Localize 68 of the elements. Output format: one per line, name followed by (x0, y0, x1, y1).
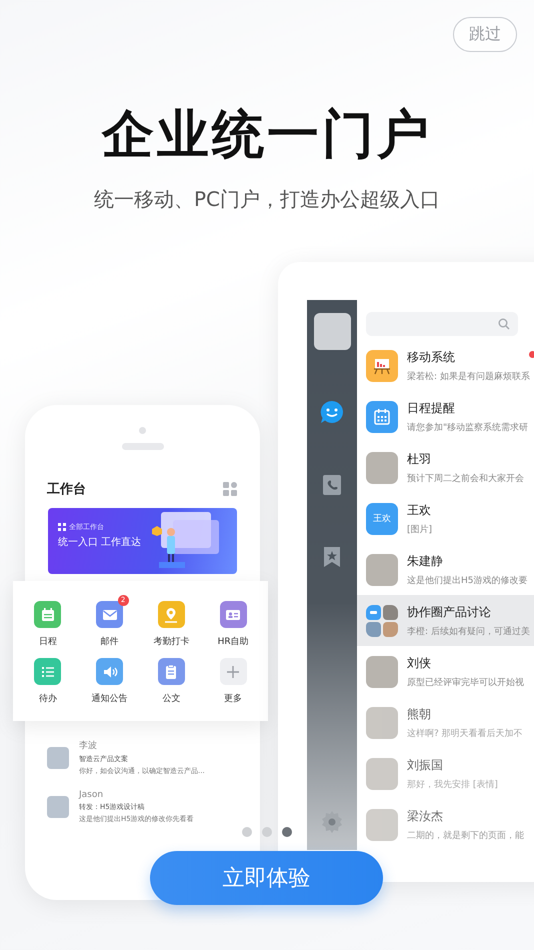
initials-avatar: 王欢 (366, 502, 398, 534)
chat-row[interactable]: 王欢 王欢 [图片] (357, 493, 534, 544)
presentation-board-icon (366, 350, 398, 382)
banner-headline: 统一入口 工作直达 (58, 536, 142, 549)
grid-icon (58, 523, 66, 531)
chat-name: 日程提醒 (407, 400, 456, 416)
app-shortcut[interactable]: 更多 (202, 652, 264, 705)
chat-name: 刘侠 (407, 654, 432, 672)
app-shortcut[interactable]: 通知公告 (78, 652, 140, 705)
phone-book-icon (320, 473, 344, 497)
avatar (47, 746, 69, 768)
chat-row[interactable]: 刘侠 原型已经评审完毕可以开始视 (357, 646, 534, 697)
message-preview: 这样啊? 那明天看看后天加不 (407, 728, 523, 740)
camera-dot (139, 427, 146, 434)
cube-icon (152, 526, 162, 536)
message-preview: 预计下周二之前会和大家开会 (407, 472, 524, 484)
search-icon (498, 318, 510, 330)
sidebar-tab[interactable] (320, 400, 344, 424)
chat-row[interactable]: 刘振国 那好，我先安排 [表情] (357, 748, 534, 799)
page-dot[interactable] (262, 827, 272, 837)
message-preview: 这是他们提出H5游戏的修改要 (407, 574, 528, 586)
chat-row[interactable]: 移动系统 梁若松: 如果是有问题麻烦联系 (357, 340, 534, 391)
grid-icon (223, 482, 237, 496)
avatar (366, 808, 398, 840)
calendar-icon (366, 400, 398, 432)
chat-row[interactable]: 朱建静 这是他们提出H5游戏的修改要 (357, 544, 534, 595)
message-preview: [图片] (407, 524, 432, 536)
message-preview: 请您参加"移动监察系统需求研 (407, 422, 528, 434)
subtitle: 统一移动、PC门户，打造办公超级入口 (92, 186, 442, 213)
chat-name: 刘振国 (407, 756, 444, 774)
avatar (366, 554, 398, 586)
chat-name: 熊朝 (407, 706, 432, 722)
chat-row[interactable]: 协作圈产品讨论 李橙: 后续如有疑问，可通过美 (357, 595, 534, 646)
message-preview: 梁若松: 如果是有问题麻烦联系 (407, 370, 530, 382)
avatar (366, 706, 398, 738)
chat-name: 协作圈产品讨论 (407, 604, 492, 620)
chat-name: 朱建静 (407, 552, 444, 570)
message-preview: 二期的，就是剩下的页面，能 (407, 830, 524, 842)
chat-row[interactable]: 梁汝杰 二期的，就是剩下的页面，能 (357, 799, 534, 850)
chat-name: 王欢 (407, 502, 432, 518)
message-preview: 那好，我先安排 [表情] (407, 778, 498, 790)
avatar (314, 313, 350, 350)
chat-name: 移动系统 (407, 348, 456, 366)
avatar (366, 452, 398, 484)
avatar (47, 796, 69, 818)
chat-row[interactable]: 杜羽 预计下周二之前会和大家开会 (357, 442, 534, 493)
search-field[interactable] (366, 312, 518, 336)
chat-name: 杜羽 (407, 450, 432, 468)
app-shortcut[interactable]: 日程 (17, 595, 79, 648)
message-preview: 原型已经评审完毕可以开始视 (407, 676, 524, 688)
sender-name: 李波 (79, 740, 98, 752)
avatar (366, 656, 398, 688)
chat-bubble-icon (320, 400, 344, 424)
app-shortcut[interactable]: HR自助 (202, 595, 264, 648)
avatar (366, 758, 398, 790)
group-avatar (366, 604, 398, 636)
headline: 企业统一门户 (100, 104, 433, 166)
try-now-button[interactable]: 立即体验 (150, 851, 383, 905)
chat-name: 梁汝杰 (407, 808, 444, 824)
workbench-title: 工作台 (47, 481, 86, 498)
sender-name: Jason (79, 790, 104, 800)
message-preview: 李橙: 后续如有疑问，可通过美 (407, 626, 530, 638)
app-shortcut[interactable]: 考勤打卡 (140, 595, 202, 648)
chat-row[interactable]: 熊朝 这样啊? 那明天看看后天加不 (357, 697, 534, 748)
app-shortcut[interactable]: 公文 (140, 652, 202, 705)
chat-row[interactable]: 日程提醒 请您参加"移动监察系统需求研 (357, 391, 534, 442)
settings-icon (320, 810, 344, 834)
app-shortcut[interactable]: 待办 (17, 652, 79, 705)
